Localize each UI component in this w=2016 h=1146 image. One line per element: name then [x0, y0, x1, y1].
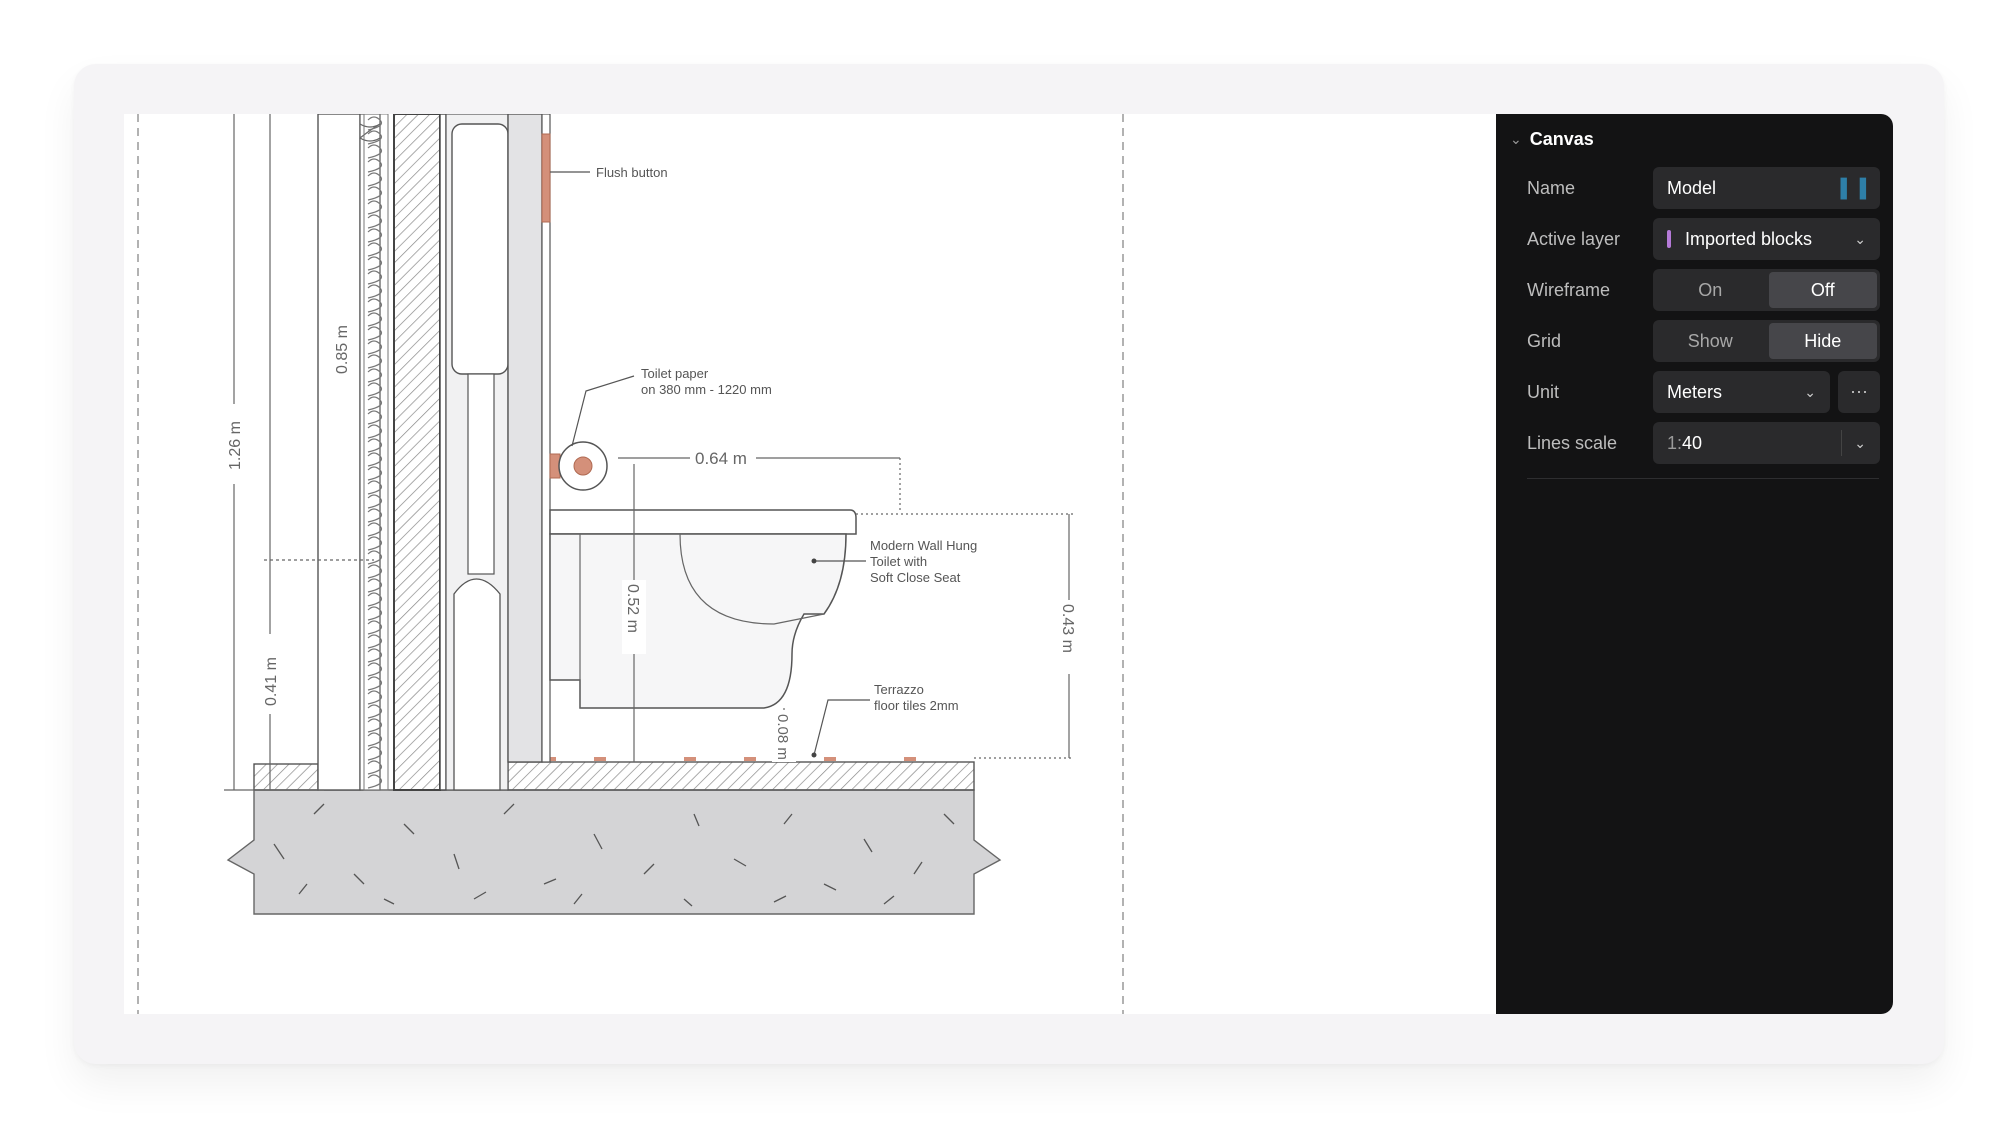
section-drawing: Flush button Toilet paper on 380 mm - 12…	[137, 114, 1124, 1014]
more-icon: ⋯	[1850, 381, 1868, 402]
grid-toggle[interactable]: Show Hide	[1653, 320, 1880, 362]
grid-row: Grid Show Hide	[1527, 320, 1880, 362]
name-input[interactable]: Model ▌▐	[1653, 167, 1880, 209]
dimension-043: 0.43 m	[1059, 604, 1076, 653]
wireframe-off-option[interactable]: Off	[1768, 272, 1877, 308]
chevron-down-icon: ⌄	[1854, 230, 1866, 247]
floor-label-2: floor tiles 2mm	[874, 698, 959, 713]
unit-select[interactable]: Meters ⌄	[1653, 371, 1830, 413]
lines-scale-label: Lines scale	[1527, 433, 1618, 453]
toilet-paper-label-1: Toilet paper	[641, 366, 709, 381]
active-layer-label: Active layer	[1527, 229, 1621, 249]
grid-hide-option[interactable]: Hide	[1768, 323, 1877, 359]
dimension-064: 0.64 m	[695, 449, 747, 468]
name-value: Model	[1667, 177, 1717, 198]
toilet-label-2: Toilet with	[870, 554, 927, 569]
wireframe-toggle[interactable]: On Off	[1653, 269, 1880, 311]
chevron-down-icon[interactable]: ⌄	[1510, 131, 1522, 148]
canvas-section-header[interactable]: ⌄ Canvas	[1510, 126, 1594, 152]
unit-row: Unit Meters ⌄ ⋯	[1527, 371, 1880, 413]
dimension-041: 0.41 m	[263, 657, 280, 706]
active-layer-value: Imported blocks	[1685, 228, 1813, 249]
panel-divider	[1527, 478, 1879, 479]
active-layer-select[interactable]: Imported blocks ⌄	[1653, 218, 1880, 260]
wireframe-row: Wireframe On Off	[1527, 269, 1880, 311]
floor-label-1: Terrazzo	[874, 682, 924, 697]
wireframe-on-option[interactable]: On	[1656, 272, 1765, 308]
lines-scale-input[interactable]: 1: 40 ⌄	[1653, 422, 1880, 464]
layer-color-swatch	[1667, 230, 1671, 248]
unit-more-button[interactable]: ⋯	[1838, 371, 1880, 413]
drawing-canvas[interactable]: Flush button Toilet paper on 380 mm - 12…	[124, 114, 1496, 1014]
lines-scale-value: 40	[1682, 432, 1703, 453]
chevron-down-icon: ⌄	[1804, 383, 1816, 400]
toilet-label-3: Soft Close Seat	[870, 570, 961, 585]
chevron-down-icon[interactable]: ⌄	[1854, 435, 1866, 452]
properties-panel: ⌄ Canvas Name Model ▌▐ Active layer Impo…	[1496, 114, 1893, 1014]
toilet-label-1: Modern Wall Hung	[870, 538, 977, 553]
dimension-085: 0.85 m	[334, 325, 351, 374]
name-label: Name	[1527, 178, 1576, 198]
model-icon[interactable]: ▌▐	[1840, 178, 1866, 199]
active-layer-row: Active layer Imported blocks ⌄	[1527, 218, 1880, 260]
dimension-008: 0.08 m	[774, 714, 791, 760]
dimension-126: 1.26 m	[227, 421, 244, 470]
dimension-052: 0.52 m	[624, 584, 641, 633]
grid-show-option[interactable]: Show	[1656, 323, 1765, 359]
flush-button-label: Flush button	[596, 165, 668, 180]
name-row: Name Model ▌▐	[1527, 167, 1880, 209]
field-divider	[1841, 430, 1843, 456]
unit-label: Unit	[1527, 382, 1560, 402]
section-title: Canvas	[1529, 128, 1594, 149]
lines-scale-prefix: 1:	[1667, 432, 1683, 453]
toilet-paper-label-2: on 380 mm - 1220 mm	[641, 382, 772, 397]
lines-scale-row: Lines scale 1: 40 ⌄	[1527, 422, 1880, 464]
grid-label: Grid	[1527, 331, 1562, 351]
unit-value: Meters	[1667, 381, 1723, 402]
wireframe-label: Wireframe	[1527, 280, 1611, 300]
